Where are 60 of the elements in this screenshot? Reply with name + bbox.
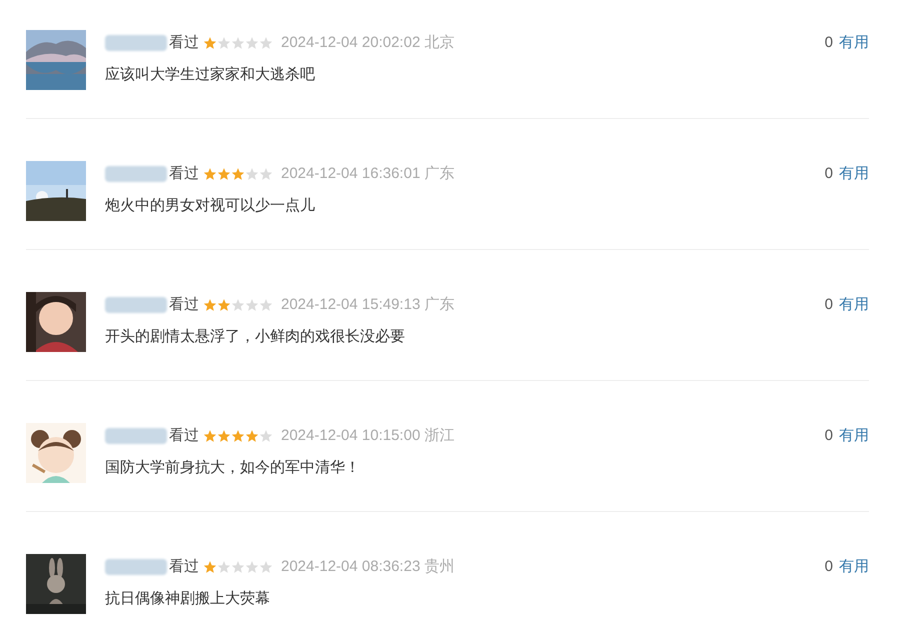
review-text: 炮火中的男女对视可以少一点儿	[105, 196, 316, 216]
star-icon	[203, 167, 217, 181]
star-icon	[259, 429, 273, 443]
star-icon	[245, 298, 259, 312]
blurred-username	[105, 559, 167, 575]
review-text: 应该叫大学生过家家和大逃杀吧	[105, 65, 316, 85]
watch-status: 看过	[169, 426, 199, 446]
blurred-username	[105, 428, 167, 444]
review-region: 广东	[424, 164, 454, 184]
vote-count: 0	[824, 32, 833, 53]
star-icon	[259, 560, 273, 574]
star-icon	[231, 429, 245, 443]
review-region: 浙江	[424, 426, 454, 446]
star-icon	[231, 560, 245, 574]
review-text: 开头的剧情太悬浮了，小鲜肉的戏很长没必要	[105, 327, 406, 347]
star-icon	[245, 167, 259, 181]
star-icon	[259, 167, 273, 181]
blurred-username	[105, 297, 167, 313]
useful-link[interactable]: 有用	[839, 556, 869, 578]
review-time: 2024-12-04 08:36:23	[281, 556, 420, 577]
star-icon	[245, 36, 259, 50]
star-icon	[231, 298, 245, 312]
blurred-username	[105, 35, 167, 51]
star-icon	[231, 36, 245, 50]
useful-link[interactable]: 有用	[839, 294, 869, 316]
vote-count: 0	[824, 556, 833, 577]
watch-status: 看过	[169, 294, 199, 315]
star-icon	[203, 429, 217, 443]
star-icon	[259, 36, 273, 50]
watch-status: 看过	[169, 164, 199, 184]
star-icon	[217, 429, 231, 443]
watch-status: 看过	[169, 32, 199, 53]
review-region: 北京	[424, 32, 454, 53]
review-time: 2024-12-04 10:15:00	[281, 426, 420, 446]
review-time: 2024-12-04 15:49:13	[281, 294, 420, 315]
vote-count: 0	[824, 294, 833, 315]
vote-count: 0	[824, 426, 833, 446]
useful-link[interactable]: 有用	[839, 32, 869, 54]
star-icon	[231, 167, 245, 181]
star-icon	[203, 36, 217, 50]
star-icon	[217, 298, 231, 312]
blurred-username	[105, 166, 167, 182]
star-icon	[217, 167, 231, 181]
star-icon	[245, 429, 259, 443]
review-time: 2024-12-04 20:02:02	[281, 32, 420, 53]
review-text: 抗日偶像神剧搬上大荧幕	[105, 589, 271, 609]
star-icon	[245, 560, 259, 574]
star-icon	[203, 298, 217, 312]
review-region: 广东	[424, 294, 454, 315]
star-icon	[203, 560, 217, 574]
watch-status: 看过	[169, 556, 199, 577]
review-region: 贵州	[424, 556, 454, 577]
star-icon	[217, 36, 231, 50]
vote-count: 0	[824, 164, 833, 184]
review-time: 2024-12-04 16:36:01	[281, 164, 420, 184]
useful-link[interactable]: 有用	[839, 162, 869, 186]
star-icon	[217, 560, 231, 574]
review-text: 国防大学前身抗大，如今的军中清华！	[105, 458, 361, 478]
useful-link[interactable]: 有用	[839, 424, 869, 448]
star-icon	[259, 298, 273, 312]
